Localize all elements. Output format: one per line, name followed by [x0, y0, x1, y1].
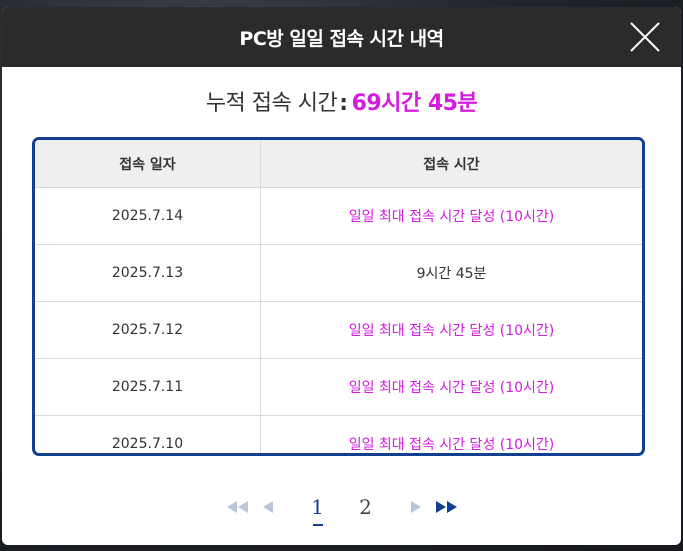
row-time: 일일 최대 접속 시간 달성 (10시간) — [260, 358, 642, 416]
row-date: 2025.7.10 — [35, 415, 261, 453]
close-button[interactable] — [629, 21, 661, 53]
first-page-button[interactable] — [223, 492, 253, 522]
summary-separator: : — [339, 91, 348, 116]
table-row: 2025.7.12 일일 최대 접속 시간 달성 (10시간) — [35, 301, 642, 359]
header-date: 접속 일자 — [35, 140, 261, 188]
modal-header: PC방 일일 접속 시간 내역 — [2, 7, 681, 67]
next-page-button[interactable] — [401, 492, 431, 522]
double-right-arrow-icon — [435, 501, 457, 513]
page-1[interactable]: 1 — [301, 492, 335, 526]
right-arrow-icon — [410, 501, 421, 513]
page-2[interactable]: 2 — [349, 492, 383, 522]
row-date: 2025.7.12 — [35, 301, 261, 359]
pagination: 1 2 — [2, 489, 681, 526]
table-header-row: 접속 일자 접속 시간 — [35, 140, 642, 188]
row-time: 일일 최대 접속 시간 달성 (10시간) — [260, 301, 642, 359]
summary-label: 누적 접속 시간 — [205, 91, 338, 116]
header-time: 접속 시간 — [260, 140, 642, 188]
table-row: 2025.7.10 일일 최대 접속 시간 달성 (10시간) — [35, 415, 642, 453]
left-arrow-icon — [262, 501, 273, 513]
access-table-container: 접속 일자 접속 시간 2025.7.14 일일 최대 접속 시간 달성 (10… — [32, 137, 645, 456]
access-table: 접속 일자 접속 시간 2025.7.14 일일 최대 접속 시간 달성 (10… — [35, 140, 642, 453]
table-row: 2025.7.14 일일 최대 접속 시간 달성 (10시간) — [35, 187, 642, 245]
prev-page-button[interactable] — [253, 492, 283, 522]
cumulative-time-summary: 누적 접속 시간: 69시간 45분 — [2, 89, 681, 119]
row-time: 9시간 45분 — [260, 244, 642, 302]
row-time: 일일 최대 접속 시간 달성 (10시간) — [260, 187, 642, 245]
row-time: 일일 최대 접속 시간 달성 (10시간) — [348, 437, 555, 453]
table-row: 2025.7.13 9시간 45분 — [35, 244, 642, 302]
double-left-arrow-icon — [226, 501, 248, 513]
table-row: 2025.7.11 일일 최대 접속 시간 달성 (10시간) — [35, 358, 642, 416]
access-history-modal: PC방 일일 접속 시간 내역 누적 접속 시간: 69시간 45분 접속 일자 … — [2, 7, 681, 545]
summary-total: 69시간 45분 — [351, 91, 478, 116]
close-icon — [630, 22, 660, 52]
row-date: 2025.7.14 — [35, 187, 261, 245]
modal-title: PC방 일일 접속 시간 내역 — [239, 27, 444, 50]
row-date: 2025.7.13 — [35, 244, 261, 302]
row-date: 2025.7.11 — [35, 358, 261, 416]
last-page-button[interactable] — [431, 492, 461, 522]
